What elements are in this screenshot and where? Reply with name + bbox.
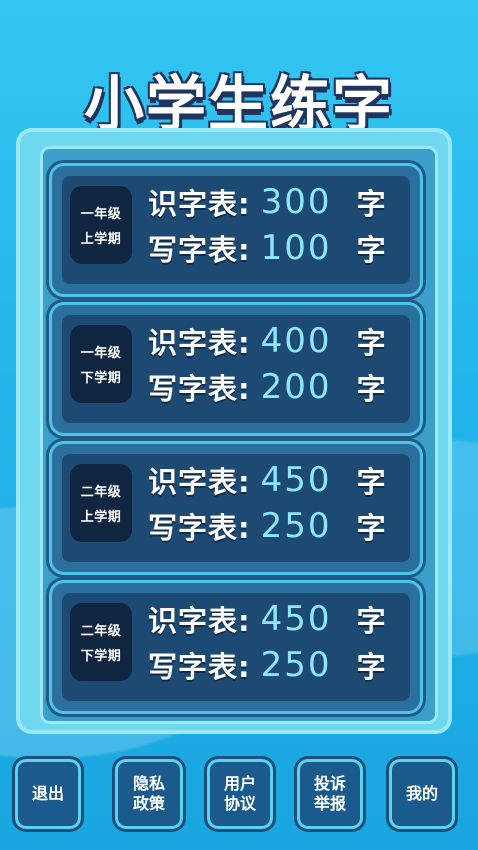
exit-button[interactable]: 退出 [18, 762, 78, 826]
unit-label: 字 [356, 650, 386, 684]
user-agreement-button[interactable]: 用户 协议 [210, 762, 270, 826]
unit-label: 字 [356, 372, 386, 406]
agreement-button-line1: 用户 [223, 774, 256, 793]
grade-label: 一年级 [80, 207, 122, 222]
card-body: 二年级 上学期 识字表: 450 字 写字表: 250 字 [62, 454, 410, 562]
write-label: 写字表: [148, 511, 251, 545]
card-body: 一年级 上学期 识字表: 300 字 写字表: 100 字 [62, 176, 410, 284]
grade-card-2[interactable]: 一年级 下学期 识字表: 400 字 写字表: 200 字 [52, 305, 420, 433]
write-row: 写字表: 100 字 [148, 228, 386, 268]
recognize-label: 识字表: [148, 326, 251, 360]
report-button-line2: 举报 [313, 794, 346, 813]
recognize-row: 识字表: 450 字 [148, 460, 386, 500]
report-button[interactable]: 投诉 举报 [300, 762, 360, 826]
write-count: 250 [260, 645, 332, 685]
grade-card-1[interactable]: 一年级 上学期 识字表: 300 字 写字表: 100 字 [52, 166, 420, 294]
privacy-button-line2: 政策 [132, 794, 165, 813]
grade-label: 一年级 [80, 346, 122, 361]
recognize-label: 识字表: [148, 187, 251, 221]
term-label: 下学期 [80, 649, 122, 664]
unit-label: 字 [356, 511, 386, 545]
grade-card-4[interactable]: 二年级 下学期 识字表: 450 字 写字表: 250 字 [52, 583, 420, 711]
recognize-label: 识字表: [148, 465, 251, 499]
term-label: 上学期 [80, 232, 122, 247]
mine-button-label: 我的 [405, 784, 438, 803]
card-body: 二年级 下学期 识字表: 450 字 写字表: 250 字 [62, 593, 410, 701]
recognize-label: 识字表: [148, 604, 251, 638]
report-button-line1: 投诉 [313, 774, 346, 793]
grade-badge: 一年级 下学期 [70, 325, 132, 403]
recognize-count: 450 [260, 460, 332, 500]
recognize-count: 450 [260, 599, 332, 639]
write-row: 写字表: 200 字 [148, 367, 386, 407]
card-body: 一年级 下学期 识字表: 400 字 写字表: 200 字 [62, 315, 410, 423]
grade-badge: 一年级 上学期 [70, 186, 132, 264]
write-label: 写字表: [148, 233, 251, 267]
term-label: 下学期 [80, 371, 122, 386]
recognize-count: 300 [260, 182, 332, 222]
recognize-row: 识字表: 300 字 [148, 182, 386, 222]
agreement-button-line2: 协议 [223, 794, 256, 813]
privacy-policy-button[interactable]: 隐私 政策 [118, 762, 180, 826]
write-label: 写字表: [148, 372, 251, 406]
privacy-button-line1: 隐私 [132, 774, 165, 793]
grade-label: 二年级 [80, 485, 122, 500]
unit-label: 字 [356, 604, 386, 638]
exit-button-label: 退出 [31, 784, 64, 803]
grade-label: 二年级 [80, 624, 122, 639]
unit-label: 字 [356, 465, 386, 499]
write-row: 写字表: 250 字 [148, 645, 386, 685]
term-label: 上学期 [80, 510, 122, 525]
grade-badge: 二年级 上学期 [70, 464, 132, 542]
write-row: 写字表: 250 字 [148, 506, 386, 546]
recognize-row: 识字表: 450 字 [148, 599, 386, 639]
write-label: 写字表: [148, 650, 251, 684]
unit-label: 字 [356, 187, 386, 221]
grade-card-3[interactable]: 二年级 上学期 识字表: 450 字 写字表: 250 字 [52, 444, 420, 572]
write-count: 250 [260, 506, 332, 546]
unit-label: 字 [356, 326, 386, 360]
grade-badge: 二年级 下学期 [70, 603, 132, 681]
mine-button[interactable]: 我的 [392, 762, 452, 826]
unit-label: 字 [356, 233, 386, 267]
write-count: 100 [260, 228, 332, 268]
recognize-row: 识字表: 400 字 [148, 321, 386, 361]
write-count: 200 [260, 367, 332, 407]
recognize-count: 400 [260, 321, 332, 361]
